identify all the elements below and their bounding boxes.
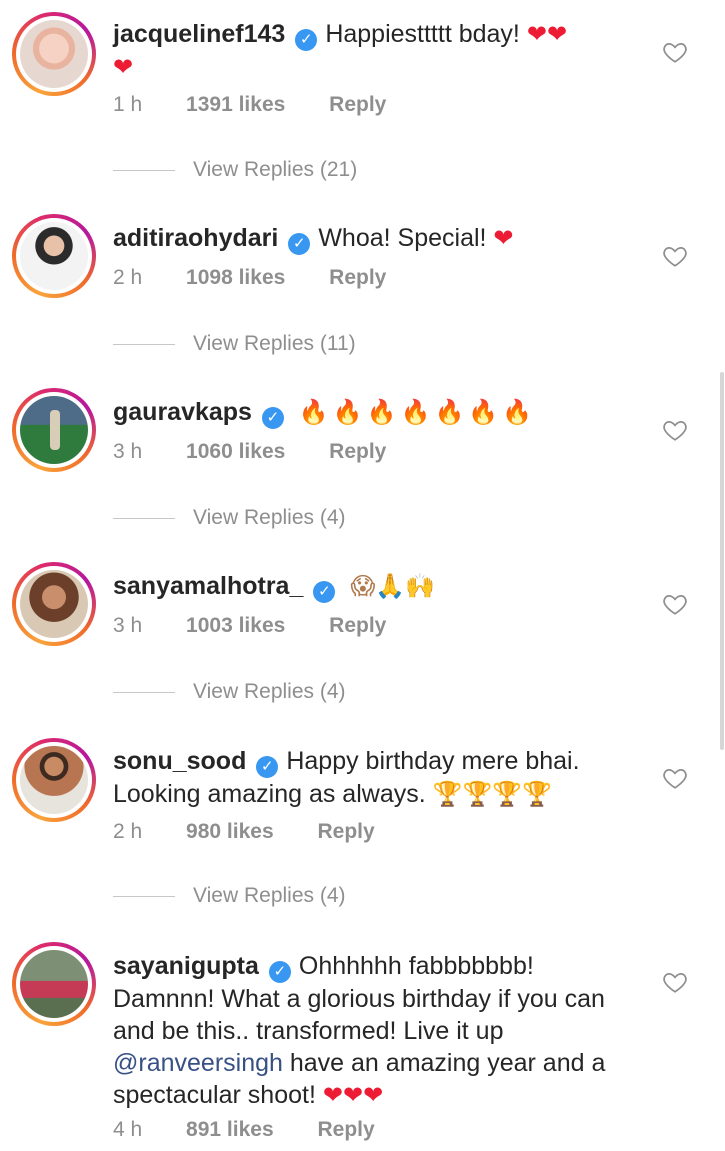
comment-username[interactable]: sonu_sood [113, 747, 246, 775]
reply-button[interactable]: Reply [329, 266, 386, 289]
comment-likes[interactable]: 1391 likes [186, 93, 285, 116]
heart-outline-icon[interactable] [662, 969, 688, 995]
scrollbar[interactable] [720, 372, 724, 750]
divider-line [113, 895, 175, 897]
reply-button[interactable]: Reply [317, 820, 374, 843]
comment-time: 1 h [113, 93, 143, 116]
comment-username[interactable]: sanyamalhotra_ [113, 572, 303, 600]
comment-meta: 3 h 1060 likes Reply [113, 437, 386, 467]
avatar-image [20, 950, 88, 1018]
comment-time: 2 h [113, 266, 143, 289]
view-replies-button[interactable]: View Replies (21) [113, 155, 357, 185]
comment-meta: 3 h 1003 likes Reply [113, 611, 386, 641]
avatar[interactable] [12, 942, 96, 1026]
comment-likes[interactable]: 1060 likes [186, 440, 285, 463]
avatar-image [20, 20, 88, 88]
view-replies-button[interactable]: View Replies (4) [113, 677, 346, 707]
verified-badge-icon: ✓ [261, 407, 284, 429]
divider-line [113, 517, 175, 519]
avatar[interactable] [12, 738, 96, 822]
avatar[interactable] [12, 12, 96, 96]
divider-line [113, 691, 175, 693]
verified-badge-icon: ✓ [268, 961, 291, 983]
view-replies-button[interactable]: View Replies (4) [113, 503, 346, 533]
comment-emojis-line2: ❤ [113, 53, 134, 81]
comment-emojis: ❤ [493, 224, 514, 252]
heart-outline-icon[interactable] [662, 39, 688, 65]
comment-text: Whoa! Special! [318, 224, 487, 252]
comment-username[interactable]: gauravkaps [113, 398, 252, 426]
verified-badge-icon: ✓ [256, 756, 279, 778]
comment-username[interactable]: jacquelinef143 [113, 20, 285, 48]
comment-emojis: ❤❤❤ [322, 1081, 384, 1109]
comment-meta: 2 h 1098 likes Reply [113, 263, 386, 293]
comment-emojis: 🔥🔥🔥🔥🔥🔥🔥 [298, 398, 537, 426]
heart-outline-icon[interactable] [662, 243, 688, 269]
reply-button[interactable]: Reply [329, 93, 386, 116]
comment-emojis: 😱🙏🙌 [350, 572, 436, 600]
divider-line [113, 169, 175, 171]
avatar-image [20, 746, 88, 814]
comment-body: sayanigupta ✓ Ohhhhhh fabbbbbbb! Damnnn! W… [113, 950, 633, 1111]
reply-button[interactable]: Reply [329, 614, 386, 637]
avatar[interactable] [12, 388, 96, 472]
comment-body: gauravkaps ✓ 🔥🔥🔥🔥🔥🔥🔥 [113, 396, 653, 429]
comment-username[interactable]: sayanigupta [113, 952, 259, 980]
verified-badge-icon: ✓ [313, 581, 336, 603]
verified-badge-icon: ✓ [295, 29, 318, 51]
comment-meta: 1 h 1391 likes Reply [113, 90, 386, 120]
heart-outline-icon[interactable] [662, 765, 688, 791]
reply-button[interactable]: Reply [329, 440, 386, 463]
verified-badge-icon: ✓ [288, 233, 311, 255]
heart-outline-icon[interactable] [662, 591, 688, 617]
view-replies-label: View Replies (21) [193, 158, 358, 181]
comment-time: 3 h [113, 614, 143, 637]
comment-likes[interactable]: 1098 likes [186, 266, 285, 289]
view-replies-button[interactable]: View Replies (11) [113, 329, 356, 359]
heart-outline-icon[interactable] [662, 417, 688, 443]
comment-likes[interactable]: 891 likes [186, 1118, 274, 1141]
comment-body: aditiraohydari ✓ Whoa! Special! ❤ [113, 222, 653, 255]
comment-time: 3 h [113, 440, 143, 463]
avatar-image [20, 570, 88, 638]
comment-emojis: 🏆🏆🏆🏆 [432, 780, 553, 808]
avatar-image [20, 222, 88, 290]
comment-username[interactable]: aditiraohydari [113, 224, 278, 252]
comment-emojis: ❤❤ [526, 20, 568, 48]
comment-body: jacquelinef143 ✓ Happiesttttt bday! ❤❤ ❤ [113, 18, 653, 83]
comment-time: 4 h [113, 1118, 143, 1141]
comment-time: 2 h [113, 820, 143, 843]
view-replies-label: View Replies (4) [193, 506, 346, 529]
avatar-image [20, 396, 88, 464]
mention-link[interactable]: @ranveersingh [113, 1049, 283, 1077]
comment-text: Happiesttttt bday! [325, 20, 520, 48]
avatar[interactable] [12, 562, 96, 646]
comment-likes[interactable]: 1003 likes [186, 614, 285, 637]
reply-button[interactable]: Reply [317, 1118, 374, 1141]
divider-line [113, 343, 175, 345]
view-replies-label: View Replies (11) [193, 332, 356, 355]
avatar[interactable] [12, 214, 96, 298]
comment-meta: 4 h 891 likes Reply [113, 1115, 375, 1145]
comment-likes[interactable]: 980 likes [186, 820, 274, 843]
comment-body: sonu_sood ✓ Happy birthday mere bhai. Look… [113, 745, 653, 810]
view-replies-button[interactable]: View Replies (4) [113, 881, 346, 911]
comment-body: sanyamalhotra_ ✓ 😱🙏🙌 [113, 570, 653, 603]
comment-meta: 2 h 980 likes Reply [113, 817, 375, 847]
view-replies-label: View Replies (4) [193, 884, 346, 907]
view-replies-label: View Replies (4) [193, 680, 346, 703]
